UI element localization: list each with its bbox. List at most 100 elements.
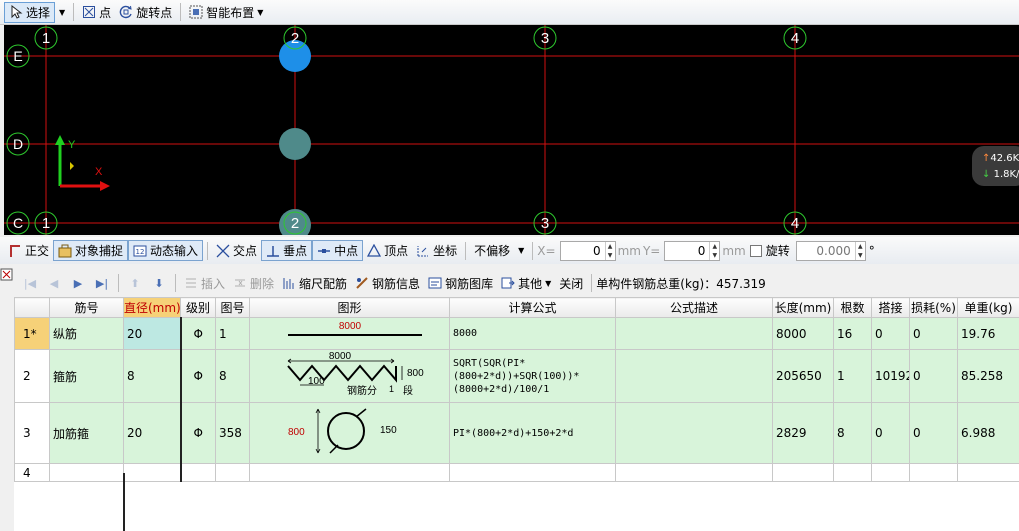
last-record-icon[interactable]: ▶| (90, 277, 114, 290)
close-button[interactable]: 关闭 (555, 273, 587, 294)
figure-number-cell[interactable]: 8 (215, 349, 250, 403)
length-cell[interactable]: 205650 (772, 349, 834, 403)
header-count[interactable]: 根数 (833, 297, 872, 318)
intersection-snap-button[interactable]: 交点 (212, 240, 261, 261)
header-diameter[interactable]: 直径(mm) (123, 297, 181, 318)
count-cell[interactable] (833, 463, 872, 482)
object-snap-button[interactable]: 对象捕捉 (53, 240, 129, 261)
header-lap[interactable]: 搭接 (871, 297, 910, 318)
length-cell[interactable] (772, 463, 834, 482)
bar-name-cell[interactable] (49, 463, 124, 482)
lap-cell[interactable]: 0 (871, 317, 910, 350)
header-grade[interactable]: 级别 (180, 297, 216, 318)
length-cell[interactable]: 8000 (772, 317, 834, 350)
bar-name-cell[interactable]: 箍筋 (49, 349, 124, 403)
insert-button[interactable]: 插入 (180, 273, 229, 294)
formula-cell[interactable]: 8000 (449, 317, 616, 350)
loss-cell[interactable]: 0 (909, 349, 958, 403)
formula-description-cell[interactable] (615, 317, 773, 350)
length-cell[interactable]: 2829 (772, 402, 834, 464)
loss-cell[interactable] (909, 463, 958, 482)
formula-cell[interactable]: SQRT(SQR(PI*(800+2*d))+SQR(100))*(8000+2… (449, 349, 616, 403)
diameter-cell[interactable] (123, 463, 182, 482)
perpendicular-snap-button[interactable]: 垂点 (261, 240, 313, 261)
coordinate-snap-button[interactable]: 坐标 (412, 240, 461, 261)
x-input[interactable]: 0 ▲ ▼ (559, 240, 616, 261)
rebar-marker[interactable] (279, 128, 311, 160)
smart-layout-button[interactable]: 智能布置 ▼ (185, 2, 267, 23)
grade-cell[interactable]: Φ (180, 349, 216, 403)
rebar-library-button[interactable]: 钢筋图库 (424, 273, 497, 294)
formula-description-cell[interactable] (615, 463, 773, 482)
grid-drawing[interactable]: 1 2 3 4 1 2 3 4 E D C Y X (4, 25, 1019, 235)
dynamic-input-button[interactable]: 12 动态输入 (128, 240, 204, 261)
rotate-checkbox[interactable] (749, 244, 762, 257)
table-row[interactable]: 2 箍筋 8 Φ 8 8000 800 100 钢筋分 1 段 SQRT(SQR… (14, 349, 1019, 403)
lap-cell[interactable] (871, 463, 910, 482)
lap-cell[interactable]: 10192 (871, 349, 910, 403)
unit-weight-cell[interactable]: 19.76 (957, 317, 1019, 350)
diameter-cell[interactable]: 20 (123, 402, 182, 464)
bar-name-cell[interactable]: 加筋箍 (49, 402, 124, 464)
diameter-cell[interactable]: 8 (123, 349, 182, 403)
header-shape[interactable]: 图形 (249, 297, 450, 318)
formula-cell[interactable]: PI*(800+2*d)+150+2*d (449, 402, 616, 464)
shape-cell[interactable] (249, 463, 450, 482)
count-cell[interactable]: 8 (833, 402, 872, 464)
lap-cell[interactable]: 0 (871, 402, 910, 464)
select-dropdown-button[interactable]: ▼ (55, 2, 69, 23)
vertex-snap-button[interactable]: 顶点 (363, 240, 412, 261)
grade-cell[interactable]: Φ (180, 317, 216, 350)
header-formula-description[interactable]: 公式描述 (615, 297, 773, 318)
figure-number-cell[interactable]: 1 (215, 317, 250, 350)
rotate-angle-input[interactable]: 0.000 ▲ ▼ (795, 240, 866, 261)
unit-weight-cell[interactable]: 6.988 (957, 402, 1019, 464)
other-menu-button[interactable]: 其他 ▼ (497, 273, 555, 294)
grade-cell[interactable] (180, 463, 216, 482)
spin-arrows-icon[interactable]: ▲ ▼ (709, 241, 719, 260)
shape-cell[interactable]: 8000 (249, 317, 450, 350)
table-row[interactable]: 1* 纵筋 20 Φ 1 8000 8000 8000 16 0 0 19.76 (14, 317, 1019, 350)
spin-arrows-icon[interactable]: ▲ ▼ (854, 241, 865, 260)
table-row[interactable]: 4 (14, 463, 1019, 482)
count-cell[interactable]: 1 (833, 349, 872, 403)
loss-cell[interactable]: 0 (909, 317, 958, 350)
row-number[interactable]: 1* (14, 317, 50, 350)
shape-cell[interactable]: 800 150 (249, 402, 450, 464)
unit-weight-cell[interactable]: 85.258 (957, 349, 1019, 403)
panel-close-icon[interactable] (0, 268, 14, 282)
count-cell[interactable]: 16 (833, 317, 872, 350)
formula-description-cell[interactable] (615, 402, 773, 464)
diameter-cell[interactable]: 20 (123, 317, 182, 350)
unit-weight-cell[interactable] (957, 463, 1019, 482)
delete-button[interactable]: 删除 (229, 273, 278, 294)
table-row[interactable]: 3 加筋箍 20 Φ 358 800 150 PI*(800+2*d)+150+… (14, 402, 1019, 464)
row-number[interactable]: 2 (14, 349, 50, 403)
next-record-icon[interactable]: ▶ (66, 277, 90, 290)
bar-name-cell[interactable]: 纵筋 (49, 317, 124, 350)
header-formula[interactable]: 计算公式 (449, 297, 616, 318)
formula-cell[interactable] (449, 463, 616, 482)
scale-rebar-button[interactable]: 缩尺配筋 (278, 273, 351, 294)
grade-cell[interactable]: Φ (180, 402, 216, 464)
header-loss[interactable]: 损耗(%) (909, 297, 958, 318)
shape-cell[interactable]: 8000 800 100 钢筋分 1 段 (249, 349, 450, 403)
row-number[interactable]: 3 (14, 402, 50, 464)
ortho-button[interactable]: 正交 (4, 240, 53, 261)
spin-arrows-icon[interactable]: ▲ ▼ (604, 241, 615, 260)
drawing-canvas[interactable]: 1 2 3 4 1 2 3 4 E D C Y X ↑42.6K ↓ 1.8K/ (4, 25, 1019, 235)
formula-description-cell[interactable] (615, 349, 773, 403)
row-number[interactable]: 4 (14, 463, 50, 482)
point-button[interactable]: 点 (78, 2, 115, 23)
previous-record-icon[interactable]: ◀ (42, 277, 66, 290)
select-button[interactable]: 选择 (4, 1, 56, 23)
header-figure-number[interactable]: 图号 (215, 297, 250, 318)
move-down-icon[interactable]: ⬇ (147, 277, 171, 290)
figure-number-cell[interactable]: 358 (215, 402, 250, 464)
first-record-icon[interactable]: |◀ (18, 277, 42, 290)
header-bar-number[interactable]: 筋号 (49, 297, 124, 318)
y-input[interactable]: 0 ▲ ▼ (664, 240, 721, 261)
rotate-point-button[interactable]: 旋转点 (115, 2, 176, 23)
header-unit-weight[interactable]: 单重(kg) (957, 297, 1019, 318)
rebar-info-button[interactable]: 钢筋信息 (351, 273, 424, 294)
